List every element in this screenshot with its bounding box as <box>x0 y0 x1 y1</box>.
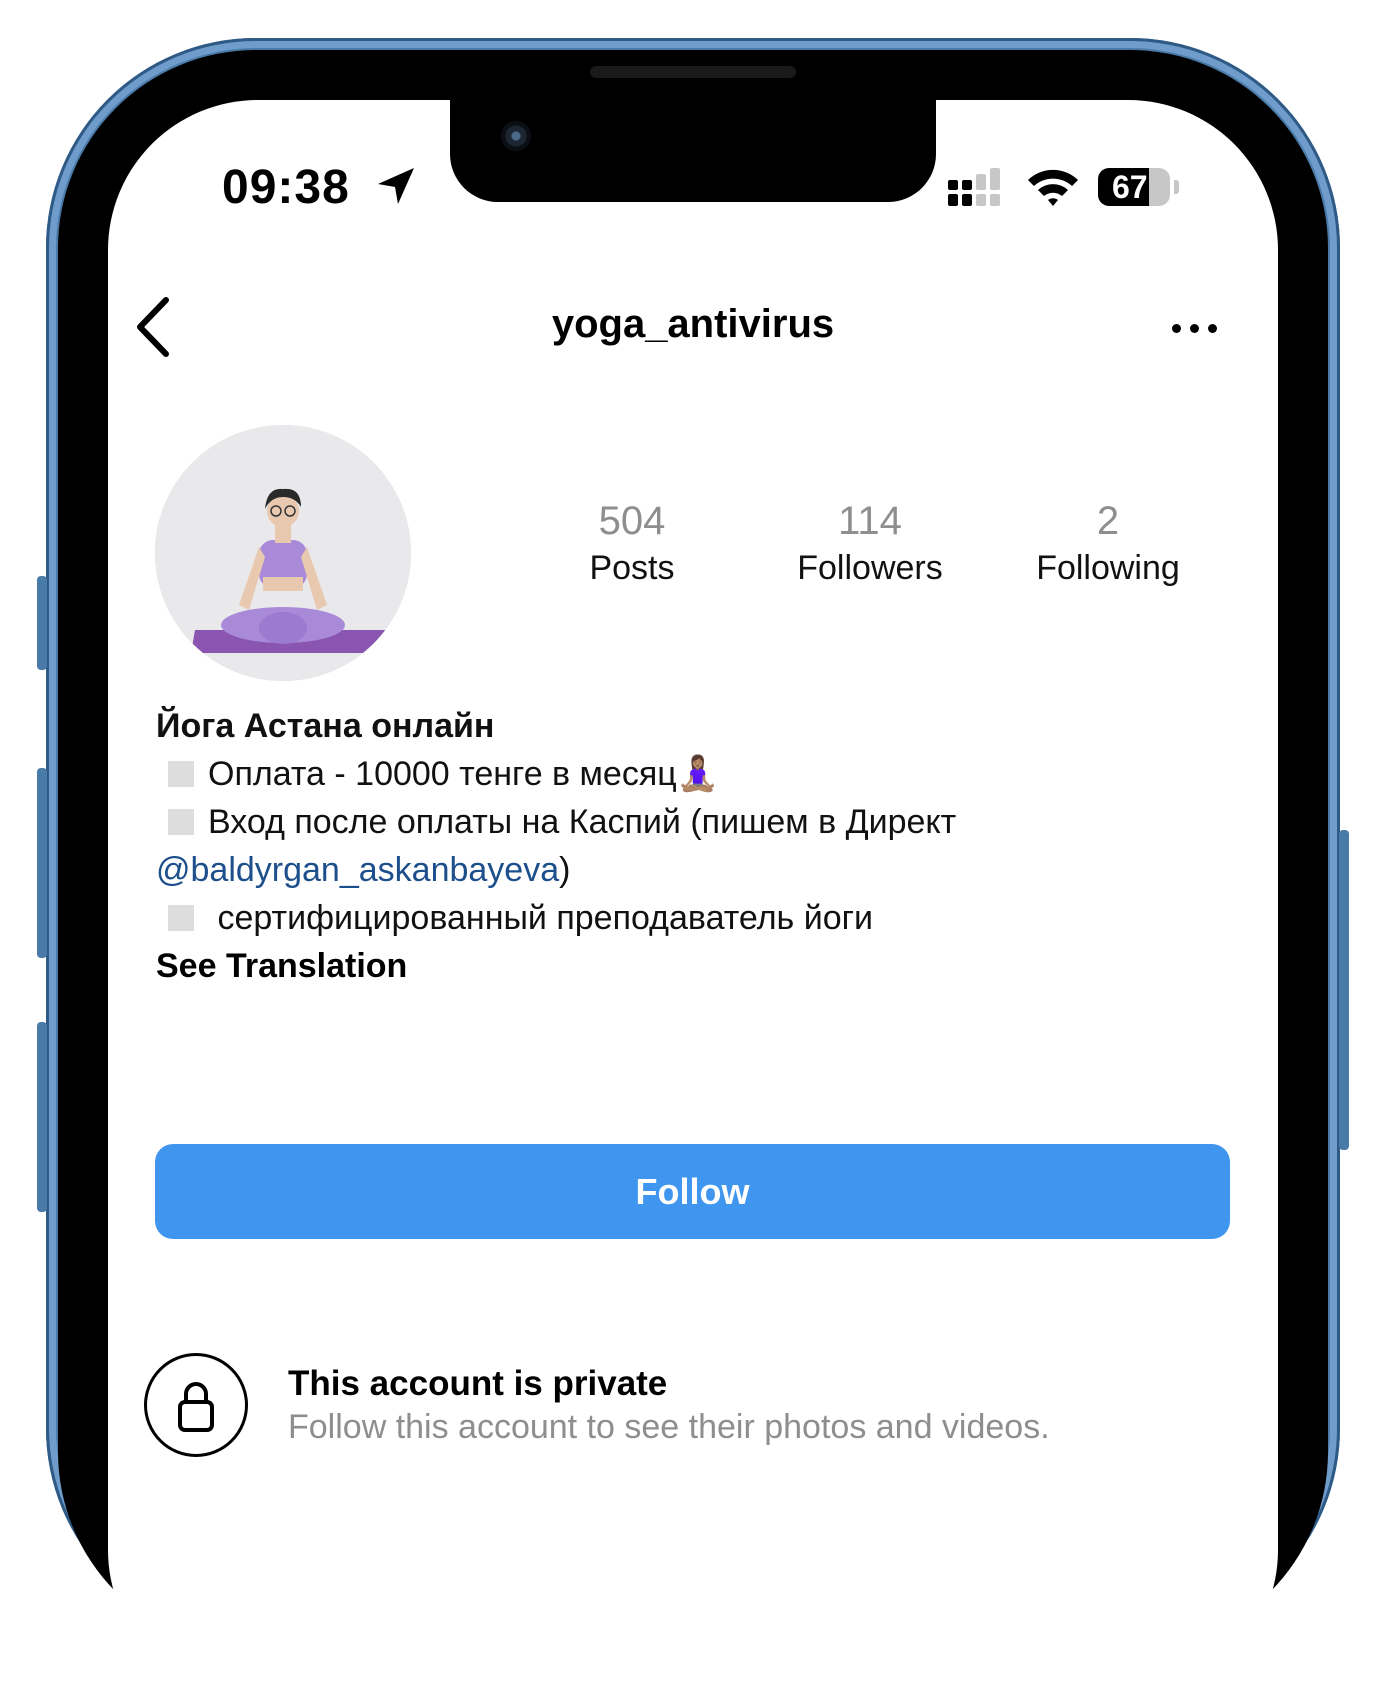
more-options-button[interactable] <box>1164 314 1226 344</box>
front-camera <box>501 121 531 151</box>
square-bullet-icon <box>168 809 194 835</box>
follow-button[interactable]: Follow <box>155 1144 1230 1239</box>
power-button <box>1339 830 1349 1150</box>
wifi-icon <box>1028 169 1078 206</box>
location-arrow-icon <box>378 168 414 204</box>
private-lock-badge <box>144 1353 248 1457</box>
followers-count[interactable]: 114 Followers <box>770 498 970 592</box>
following-count[interactable]: 2 Following <box>1008 498 1208 592</box>
see-translation-link[interactable]: See Translation <box>156 942 1216 990</box>
volume-up-button <box>37 768 47 958</box>
chevron-left-icon <box>137 297 169 357</box>
bio-line: @baldyrgan_askanbayeva) <box>156 846 1216 894</box>
posts-count[interactable]: 504 Posts <box>552 498 712 592</box>
following-label: Following <box>1036 549 1180 587</box>
posts-value: 504 <box>598 499 666 543</box>
bio-line: Оплата - 10000 тенге в месяц🧘🏽‍♀️ <box>156 750 1216 798</box>
followers-label: Followers <box>797 549 943 587</box>
volume-down-button <box>37 1022 47 1212</box>
profile-username: yoga_antivirus <box>551 302 835 346</box>
cellular-signal-icon <box>948 168 1000 206</box>
profile-bio: Йога Астана онлайн Оплата - 10000 тенге … <box>156 702 1216 990</box>
lock-icon <box>178 1382 214 1432</box>
private-account-subtitle: Follow this account to see their photos … <box>288 1408 1050 1446</box>
back-button[interactable] <box>128 292 184 362</box>
bio-name: Йога Астана онлайн <box>156 707 495 745</box>
square-bullet-icon <box>168 761 194 787</box>
bio-line-text: Вход после оплаты на Каспий (пишем в Дир… <box>208 803 957 841</box>
status-time: 09:38 <box>222 161 350 214</box>
battery-cap <box>1174 180 1179 194</box>
bio-line: сертифицированный преподаватель йоги <box>156 894 1216 942</box>
bio-line-text: Оплата - 10000 тенге в месяц🧘🏽‍♀️ <box>208 755 720 793</box>
battery-icon: 67 <box>1098 168 1170 206</box>
private-account-title: This account is private <box>288 1364 668 1403</box>
bio-mention-link[interactable]: @baldyrgan_askanbayeva <box>156 851 559 889</box>
bio-line: Вход после оплаты на Каспий (пишем в Дир… <box>156 798 1216 846</box>
followers-value: 114 <box>838 499 902 543</box>
following-value: 2 <box>1096 499 1120 543</box>
speaker-grille <box>590 66 796 78</box>
mute-switch <box>37 576 47 670</box>
bio-mention-close: ) <box>559 851 571 889</box>
bio-line-text: сертифицированный преподаватель йоги <box>208 899 874 937</box>
notch <box>450 98 936 202</box>
square-bullet-icon <box>168 905 194 931</box>
avatar-photo <box>155 425 411 681</box>
posts-label: Posts <box>589 549 675 587</box>
avatar[interactable] <box>155 425 411 681</box>
